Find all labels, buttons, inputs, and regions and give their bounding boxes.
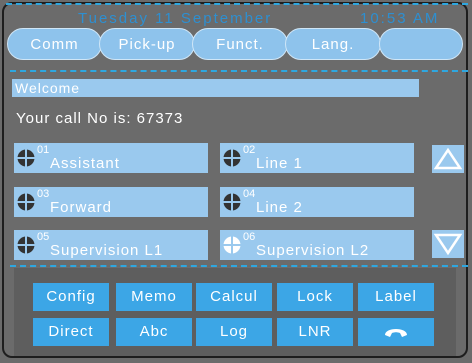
tab-pick-up[interactable]: Pick-up — [99, 28, 195, 60]
globe-icon — [17, 149, 35, 167]
line-number: 02 — [243, 144, 256, 156]
line-key-02[interactable]: 02 Line 1 — [220, 143, 414, 173]
calcul-key[interactable]: Calcul — [196, 283, 272, 311]
line-number: 04 — [243, 188, 256, 200]
separator-lower — [10, 265, 468, 267]
line-label: Line 2 — [256, 199, 303, 216]
label-key[interactable]: Label — [358, 283, 434, 311]
line-label: Supervision L1 — [50, 242, 164, 259]
tab-empty[interactable] — [379, 28, 463, 60]
line-number: 05 — [37, 231, 50, 243]
abc-key[interactable]: Abc — [116, 318, 192, 346]
call-number: Your call No is: 67373 — [16, 110, 184, 127]
globe-icon — [223, 149, 241, 167]
lock-key[interactable]: Lock — [277, 283, 353, 311]
direct-key[interactable]: Direct — [33, 318, 109, 346]
log-key[interactable]: Log — [196, 318, 272, 346]
handset-icon — [385, 329, 407, 337]
globe-icon — [17, 193, 35, 211]
line-label: Supervision L2 — [256, 242, 370, 259]
line-key-05[interactable]: 05 Supervision L1 — [14, 230, 208, 260]
date-display: Tuesday 11 September — [78, 10, 273, 27]
line-key-01[interactable]: 01 Assistant — [14, 143, 208, 173]
config-key[interactable]: Config — [33, 283, 109, 311]
line-number: 03 — [37, 188, 50, 200]
tab-bar: Comm Pick-up Funct. Lang. — [7, 28, 463, 60]
hangup-key[interactable] — [358, 318, 434, 346]
line-key-06[interactable]: 06 Supervision L2 — [220, 230, 414, 260]
line-key-04[interactable]: 04 Line 2 — [220, 187, 414, 217]
globe-icon — [223, 236, 241, 254]
line-key-03[interactable]: 03 Forward — [14, 187, 208, 217]
tab-lang[interactable]: Lang. — [285, 28, 381, 60]
line-label: Forward — [50, 199, 113, 216]
globe-icon — [223, 193, 241, 211]
arrow-down-icon[interactable] — [432, 230, 464, 258]
time-display: 10:53 AM — [360, 10, 440, 27]
arrow-up-icon[interactable] — [432, 145, 464, 173]
line-number: 06 — [243, 231, 256, 243]
line-label: Line 1 — [256, 155, 303, 172]
top-separator — [6, 3, 468, 5]
lnr-key[interactable]: LNR — [277, 318, 353, 346]
globe-icon — [17, 236, 35, 254]
line-label: Assistant — [50, 155, 120, 172]
tab-funct[interactable]: Funct. — [192, 28, 288, 60]
line-number: 01 — [37, 144, 50, 156]
separator-upper — [10, 70, 468, 72]
tab-comm[interactable]: Comm — [7, 28, 102, 60]
memo-key[interactable]: Memo — [116, 283, 192, 311]
welcome-banner: Welcome — [12, 79, 419, 97]
